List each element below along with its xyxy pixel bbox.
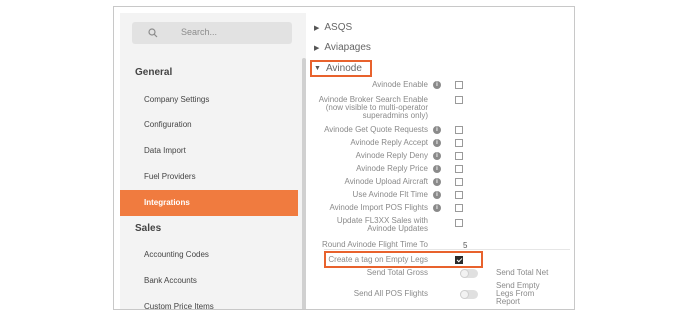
setting-label: Avinode Reply Accept [350, 138, 428, 147]
divider [324, 249, 570, 250]
caret-down-icon: ▼ [314, 65, 321, 72]
caret-right-icon: ▶ [314, 44, 320, 52]
section-title-general: General [135, 67, 173, 78]
sidebar-item-company-settings[interactable]: Company Settings [120, 87, 298, 113]
toggle-send-total-gross[interactable] [460, 269, 478, 278]
info-icon[interactable]: i [433, 165, 441, 173]
sidebar-item-bank-accounts[interactable]: Bank Accounts [120, 268, 298, 294]
search-icon [148, 28, 158, 38]
setting-label: Create a tag on Empty Legs [328, 255, 428, 264]
setting-label: Avinode Broker Search Enable (now visibl… [318, 95, 428, 120]
accordion-aviapages[interactable]: ▶ Aviapages [314, 42, 371, 53]
sidebar-item-fuel-providers[interactable]: Fuel Providers [120, 164, 298, 190]
checkbox-use-flt-time[interactable] [455, 191, 463, 199]
setting-label: Avinode Upload Aircraft [344, 177, 428, 186]
info-icon[interactable]: i [433, 191, 441, 199]
info-icon[interactable]: i [433, 178, 441, 186]
toggle-send-all-pos-flights[interactable] [460, 290, 478, 299]
setting-label: Avinode Reply Price [356, 164, 428, 173]
accordion-label: ASQS [324, 22, 353, 33]
checkbox-avinode-enable[interactable] [455, 81, 463, 89]
sidebar-item-custom-price-items[interactable]: Custom Price Items [120, 294, 298, 309]
setting-label: Avinode Get Quote Requests [324, 125, 428, 134]
caret-right-icon: ▶ [314, 24, 320, 32]
setting-label: Avinode Reply Deny [355, 151, 428, 160]
sidebar-scrollbar[interactable] [302, 58, 306, 309]
checkbox-upload-aircraft[interactable] [455, 178, 463, 186]
toggle-label: Send All POS Flights [353, 289, 428, 298]
setting-label: Avinode Import POS Flights [329, 203, 428, 212]
checkbox-reply-price[interactable] [455, 165, 463, 173]
sidebar-item-integrations[interactable]: Integrations [120, 190, 298, 216]
sidebar: Search... General Company Settings Confi… [120, 13, 306, 309]
sidebar-item-data-import[interactable]: Data Import [120, 138, 298, 164]
checkbox-reply-deny[interactable] [455, 152, 463, 160]
checkbox-get-quote-requests[interactable] [455, 126, 463, 134]
info-icon[interactable]: i [433, 139, 441, 147]
setting-label: Avinode Enable [372, 80, 428, 89]
setting-label: Round Avinode Flight Time To [322, 240, 428, 249]
toggle-side-label: Send Empty Legs From Report [496, 281, 540, 306]
setting-label: Use Avinode Flt Time [352, 190, 428, 199]
info-icon[interactable]: i [433, 126, 441, 134]
accordion-avinode[interactable]: ▼ Avinode [314, 63, 362, 74]
toggle-side-label: Send Total Net [496, 268, 549, 277]
checkbox-import-pos-flights[interactable] [455, 204, 463, 212]
accordion-label: Avinode [325, 63, 362, 74]
integrations-panel: ▶ ASQS ▶ Aviapages ▼ Avinode Avinode Ena… [310, 7, 574, 309]
sidebar-item-configuration[interactable]: Configuration [120, 112, 298, 138]
search-placeholder: Search... [181, 27, 218, 37]
info-icon[interactable]: i [433, 204, 441, 212]
checkbox-empty-legs-tag[interactable] [455, 256, 463, 264]
checkbox-update-fl3xx-sales[interactable] [455, 219, 463, 227]
toggle-label: Send Total Gross [366, 268, 428, 277]
section-title-sales: Sales [135, 223, 162, 234]
settings-window: Search... General Company Settings Confi… [113, 6, 575, 310]
setting-label: Update FL3XX Sales with Avinode Updates [336, 216, 428, 233]
accordion-label: Aviapages [324, 42, 371, 53]
accordion-asqs[interactable]: ▶ ASQS [314, 22, 352, 33]
info-icon[interactable]: i [433, 81, 441, 89]
sidebar-item-accounting-codes[interactable]: Accounting Codes [120, 242, 298, 268]
checkbox-broker-search[interactable] [455, 96, 463, 104]
search-input[interactable]: Search... [132, 22, 292, 44]
info-icon[interactable]: i [433, 152, 441, 160]
checkbox-reply-accept[interactable] [455, 139, 463, 147]
